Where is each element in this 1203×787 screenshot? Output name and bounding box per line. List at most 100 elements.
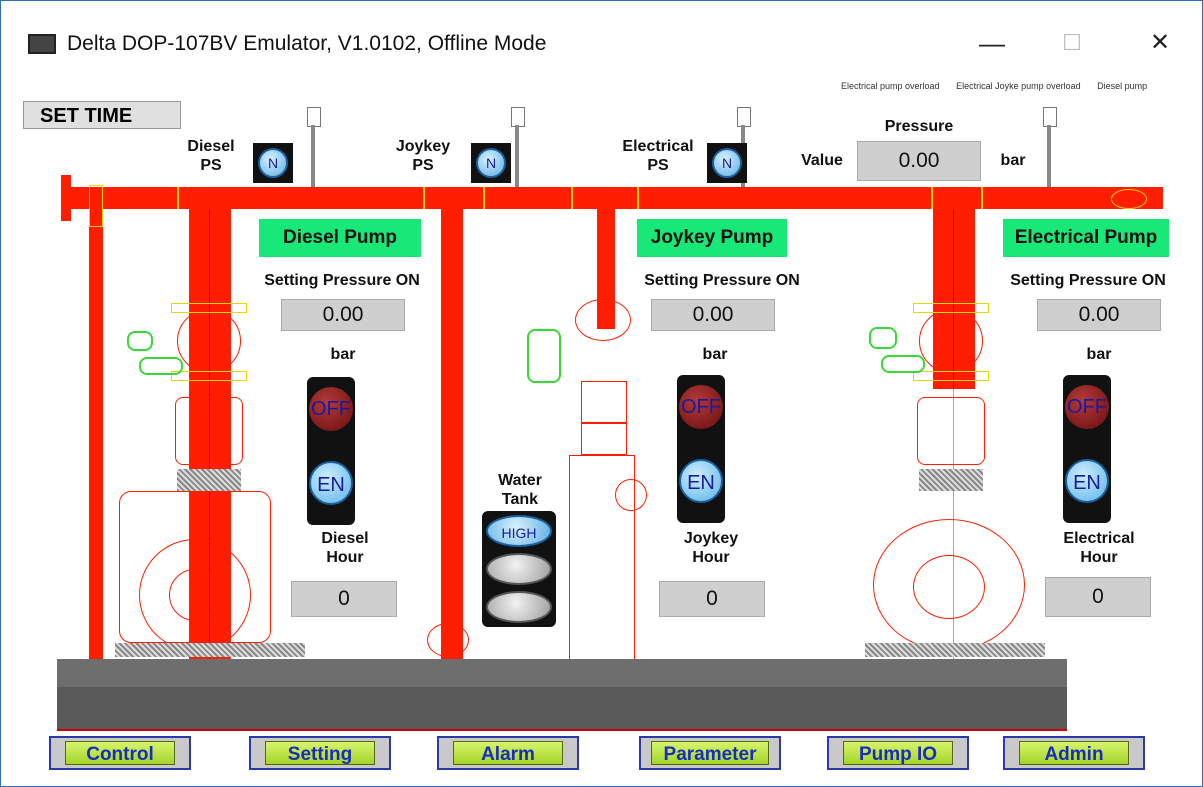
set-time-button[interactable]: SET TIME bbox=[23, 101, 181, 129]
electrical-off-button[interactable]: OFF bbox=[1065, 385, 1109, 429]
pipe-joint bbox=[423, 187, 425, 209]
switch-stem bbox=[1047, 125, 1051, 187]
foundation-base bbox=[57, 687, 1067, 729]
joykey-ps-state: N bbox=[476, 148, 506, 178]
electrical-pump-label: Electrical Pump bbox=[1003, 219, 1169, 257]
joykey-setting-value[interactable]: 0.00 bbox=[651, 299, 775, 331]
control-button[interactable]: Control bbox=[49, 736, 191, 770]
electrical-hour-label-2: Hour bbox=[1080, 549, 1118, 566]
pump-io-button[interactable]: Pump IO bbox=[827, 736, 969, 770]
foundation-slab bbox=[57, 659, 1067, 687]
electrical-ps-label-2: PS bbox=[647, 157, 669, 174]
alarm-message: Electrical pump overload bbox=[841, 81, 940, 91]
tank-mid-lamp bbox=[486, 553, 552, 585]
joykey-ps-indicator: N bbox=[471, 143, 511, 183]
electrical-en-button[interactable]: EN bbox=[1065, 459, 1109, 503]
parameter-button-label: Parameter bbox=[651, 741, 769, 765]
app-icon bbox=[28, 34, 56, 54]
pressure-unit: bar bbox=[1000, 152, 1026, 169]
gauge-pipe bbox=[881, 355, 925, 373]
pressure-switch-icon bbox=[511, 107, 525, 127]
joykey-off-button[interactable]: OFF bbox=[679, 385, 723, 429]
close-button[interactable]: ✕ bbox=[1137, 23, 1183, 63]
joykey-hour-label-2: Hour bbox=[692, 549, 730, 566]
admin-button[interactable]: Admin bbox=[1003, 736, 1145, 770]
joykey-check-valve bbox=[581, 381, 627, 423]
electrical-pump-impeller bbox=[913, 555, 985, 619]
diesel-ps-label-2: PS bbox=[200, 157, 222, 174]
electrical-hour-value: 0 bbox=[1045, 577, 1151, 617]
joykey-pipe-section bbox=[581, 423, 627, 455]
alarm-button[interactable]: Alarm bbox=[437, 736, 579, 770]
joykey-ps-label-2: PS bbox=[412, 157, 434, 174]
diesel-lamp-panel: OFF EN bbox=[307, 377, 355, 525]
header-pipe bbox=[61, 187, 1163, 209]
joykey-en-button[interactable]: EN bbox=[679, 459, 723, 503]
diesel-ps-label: Diesel PS bbox=[181, 137, 241, 175]
diesel-pump-label: Diesel Pump bbox=[259, 219, 421, 257]
pressure-gauge-icon bbox=[869, 327, 897, 349]
pipe-elbow bbox=[89, 185, 103, 227]
alarm-button-label: Alarm bbox=[453, 741, 563, 765]
diesel-ps-indicator: N bbox=[253, 143, 293, 183]
diesel-setting-value[interactable]: 0.00 bbox=[281, 299, 405, 331]
water-tank-label-1: Water bbox=[498, 472, 542, 489]
emulator-window: Delta DOP-107BV Emulator, V1.0102, Offli… bbox=[0, 0, 1203, 787]
valve-flange bbox=[913, 303, 989, 313]
switch-stem bbox=[515, 125, 519, 187]
water-tank-label: Water Tank bbox=[483, 471, 557, 509]
setting-button[interactable]: Setting bbox=[249, 736, 391, 770]
switch-stem bbox=[311, 125, 315, 187]
water-tank-level-panel: HIGH bbox=[482, 511, 556, 627]
return-pipe bbox=[89, 209, 103, 689]
pipe-flange bbox=[61, 175, 71, 221]
diesel-setting-label: Setting Pressure ON bbox=[264, 272, 420, 289]
alarm-ticker: Electrical pump overload Electrical Joyk… bbox=[841, 81, 1202, 91]
diesel-en-button[interactable]: EN bbox=[309, 461, 353, 505]
gauge-pipe bbox=[139, 357, 183, 375]
pipe-joint bbox=[931, 187, 933, 209]
pressure-switch-icon bbox=[737, 107, 751, 127]
diesel-hour-label-1: Diesel bbox=[321, 530, 369, 547]
electrical-ps-label: Electrical PS bbox=[613, 137, 703, 175]
electrical-valve-wheel bbox=[919, 309, 983, 373]
pipe-joint bbox=[483, 187, 485, 209]
joykey-ps-label: Joykey PS bbox=[393, 137, 453, 175]
joykey-hour-label-1: Joykey bbox=[683, 530, 739, 547]
alarm-message: Electrical Joyke pump overload bbox=[956, 81, 1081, 91]
diesel-hour-value: 0 bbox=[291, 581, 397, 617]
pressure-gauge-icon bbox=[527, 329, 561, 383]
diesel-hour-label: Diesel Hour bbox=[305, 529, 385, 567]
electrical-setting-label: Setting Pressure ON bbox=[1010, 272, 1166, 289]
control-button-label: Control bbox=[65, 741, 175, 765]
diesel-strainer bbox=[177, 469, 241, 491]
valve-flange bbox=[171, 371, 247, 381]
electrical-setting-unit: bar bbox=[1086, 346, 1112, 363]
diesel-pump-base bbox=[115, 643, 305, 657]
electrical-check-valve bbox=[917, 397, 985, 465]
window-title: Delta DOP-107BV Emulator, V1.0102, Offli… bbox=[67, 32, 547, 55]
diesel-check-valve bbox=[175, 397, 243, 465]
electrical-lamp-panel: OFF EN bbox=[1063, 375, 1111, 523]
electrical-ps-indicator: N bbox=[707, 143, 747, 183]
drain-valve bbox=[427, 623, 469, 657]
pressure-title: Pressure bbox=[884, 118, 954, 135]
tank-high-lamp: HIGH bbox=[486, 515, 552, 547]
diesel-off-button[interactable]: OFF bbox=[309, 387, 353, 431]
electrical-hour-label: Electrical Hour bbox=[1049, 529, 1149, 567]
minimize-button[interactable]: — bbox=[969, 23, 1015, 63]
maximize-button[interactable]: ☐ bbox=[1049, 23, 1095, 63]
admin-button-label: Admin bbox=[1019, 741, 1129, 765]
valve-flange bbox=[913, 371, 989, 381]
joykey-hour-label: Joykey Hour bbox=[671, 529, 751, 567]
alarm-message: Diesel pump bbox=[1097, 81, 1148, 91]
parameter-button[interactable]: Parameter bbox=[639, 736, 781, 770]
electrical-strainer bbox=[919, 469, 983, 491]
joykey-valve-wheel bbox=[575, 299, 631, 341]
foundation-edge bbox=[57, 729, 1067, 731]
electrical-setting-value[interactable]: 0.00 bbox=[1037, 299, 1161, 331]
setting-button-label: Setting bbox=[265, 741, 375, 765]
pump-io-button-label: Pump IO bbox=[843, 741, 953, 765]
pipe-joint bbox=[571, 187, 573, 209]
joykey-hour-value: 0 bbox=[659, 581, 765, 617]
